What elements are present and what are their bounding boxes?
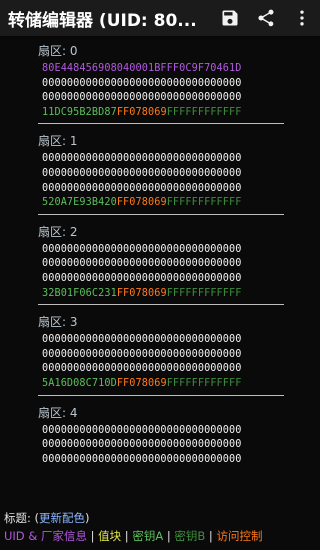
sector-block: 扇区: 3 00000000000000000000000000000000 000… <box>0 311 320 396</box>
legend-items: UID & 厂家信息 | 值块 | 密钥A | 密钥B | 访问控制 <box>4 527 320 545</box>
block-line[interactable]: 520A7E93B420FF078069FFFFFFFFFFFF <box>42 196 320 211</box>
save-icon <box>222 10 238 26</box>
sector-divider <box>38 304 284 306</box>
access-segment: FF078069 <box>116 197 167 209</box>
block-line[interactable]: 00000000000000000000000000000000 <box>42 438 320 453</box>
white-segment: 00000000000000000000000000000000 <box>42 348 242 360</box>
white-segment: 00000000000000000000000000000000 <box>42 153 242 165</box>
block-line[interactable]: 00000000000000000000000000000000 <box>42 77 320 92</box>
sector-divider <box>38 213 284 215</box>
legend-item: UID & 厂家信息 <box>4 529 87 543</box>
legend-item: 访问控制 <box>216 529 263 543</box>
white-segment: 00000000000000000000000000000000 <box>42 272 242 284</box>
block-line[interactable]: 00000000000000000000000000000000 <box>42 243 320 258</box>
block-line[interactable]: 11DC95B2BD87FF078069FFFFFFFFFFFF <box>42 106 320 121</box>
white-segment: 00000000000000000000000000000000 <box>42 243 242 255</box>
block-line[interactable]: 00000000000000000000000000000000 <box>42 257 320 272</box>
sector-block: 扇区: 1 00000000000000000000000000000000 000… <box>0 130 320 215</box>
block-line[interactable]: 00000000000000000000000000000000 <box>42 152 320 167</box>
legend-separator: | <box>163 529 175 543</box>
block-line[interactable]: 00000000000000000000000000000000 <box>42 167 320 182</box>
white-segment: 00000000000000000000000000000000 <box>42 92 242 104</box>
block-line[interactable]: 5A16D08C710DFF078069FFFFFFFFFFFF <box>42 377 320 392</box>
legend-title-prefix: 标题: ( <box>4 511 40 525</box>
sector-block: 扇区: 4 00000000000000000000000000000000 000… <box>0 402 320 468</box>
share-icon <box>258 9 274 27</box>
block-line[interactable]: 00000000000000000000000000000000 <box>42 348 320 363</box>
more-vert-icon <box>300 10 304 26</box>
sector-header: 扇区: 3 <box>38 315 78 330</box>
access-segment: FF078069 <box>116 287 167 299</box>
legend-title-suffix: ) <box>85 511 90 525</box>
color-legend: 标题: (更新配色) UID & 厂家信息 | 值块 | 密钥A | 密钥B |… <box>0 510 320 550</box>
block-line[interactable]: 00000000000000000000000000000000 <box>42 182 320 197</box>
white-segment: 00000000000000000000000000000000 <box>42 439 242 451</box>
sector-divider <box>38 123 284 125</box>
legend-item: 密钥A <box>132 529 164 543</box>
white-segment: 00000000000000000000000000000000 <box>42 334 242 346</box>
uid-segment: 80E448456908040001BFFF0C9F70461D <box>42 63 242 74</box>
white-segment: 00000000000000000000000000000000 <box>42 167 242 179</box>
legend-separator: | <box>86 529 99 543</box>
white-segment: 00000000000000000000000000000000 <box>42 182 242 194</box>
legend-title: 标题: (更新配色) <box>4 510 320 527</box>
key-b-segment: FFFFFFFFFFFF <box>166 377 242 389</box>
block-line[interactable]: 00000000000000000000000000000000 <box>42 424 320 439</box>
sector-blocks: 00000000000000000000000000000000 00000000… <box>0 333 320 391</box>
sector-block: 扇区: 2 00000000000000000000000000000000 000… <box>0 221 320 306</box>
sector-blocks: 80E448456908040001BFFF0C9F70461D 00000000… <box>0 62 320 120</box>
block-line[interactable]: 00000000000000000000000000000000 <box>42 362 320 377</box>
legend-separator: | <box>121 529 133 543</box>
white-segment: 00000000000000000000000000000000 <box>42 424 242 436</box>
key-a-segment: 5A16D08C710D <box>42 377 117 389</box>
block-line[interactable]: 00000000000000000000000000000000 <box>42 272 320 287</box>
white-segment: 00000000000000000000000000000000 <box>42 453 242 465</box>
key-a-segment: 520A7E93B420 <box>42 197 117 209</box>
share-button[interactable] <box>248 0 284 36</box>
sector-header: 扇区: 4 <box>38 405 78 420</box>
update-colors-link[interactable]: 更新配色 <box>39 511 85 525</box>
block-line[interactable]: 00000000000000000000000000000000 <box>42 333 320 348</box>
access-segment: FF078069 <box>116 377 167 389</box>
sector-header: 扇区: 0 <box>38 44 78 58</box>
sector-header: 扇区: 2 <box>38 224 78 239</box>
block-line[interactable]: 00000000000000000000000000000000 <box>42 91 320 106</box>
key-a-segment: 11DC95B2BD87 <box>42 106 117 118</box>
sector-block: 扇区: 0 80E448456908040001BFFF0C9F70461D 000… <box>0 40 320 125</box>
white-segment: 00000000000000000000000000000000 <box>42 77 242 89</box>
page-title: 转储编辑器 (UID: 80... <box>8 10 197 31</box>
key-b-segment: FFFFFFFFFFFF <box>166 287 242 299</box>
more-options-button[interactable] <box>284 0 320 36</box>
save-button[interactable] <box>212 0 248 36</box>
sector-list[interactable]: 扇区: 0 80E448456908040001BFFF0C9F70461D 000… <box>0 40 320 506</box>
app-bar: 转储编辑器 (UID: 80... <box>0 0 320 36</box>
key-b-segment: FFFFFFFFFFFF <box>166 197 242 209</box>
block-line[interactable]: 00000000000000000000000000000000 <box>42 453 320 468</box>
block-line[interactable]: 80E448456908040001BFFF0C9F70461D <box>42 62 320 77</box>
legend-separator: | <box>205 529 217 543</box>
legend-item: 值块 <box>98 529 122 543</box>
appbar-actions <box>212 0 320 36</box>
key-a-segment: 32B01F06C231 <box>42 287 117 299</box>
sector-blocks: 00000000000000000000000000000000 00000000… <box>0 424 320 468</box>
sector-blocks: 00000000000000000000000000000000 00000000… <box>0 243 320 301</box>
white-segment: 00000000000000000000000000000000 <box>42 258 242 270</box>
white-segment: 00000000000000000000000000000000 <box>42 363 242 375</box>
key-b-segment: FFFFFFFFFFFF <box>166 106 242 118</box>
sector-divider <box>38 394 284 396</box>
legend-item: 密钥B <box>174 529 206 543</box>
block-line[interactable]: 32B01F06C231FF078069FFFFFFFFFFFF <box>42 287 320 302</box>
sector-header: 扇区: 1 <box>38 134 78 149</box>
access-segment: FF078069 <box>116 106 167 118</box>
sector-blocks: 00000000000000000000000000000000 00000000… <box>0 152 320 210</box>
